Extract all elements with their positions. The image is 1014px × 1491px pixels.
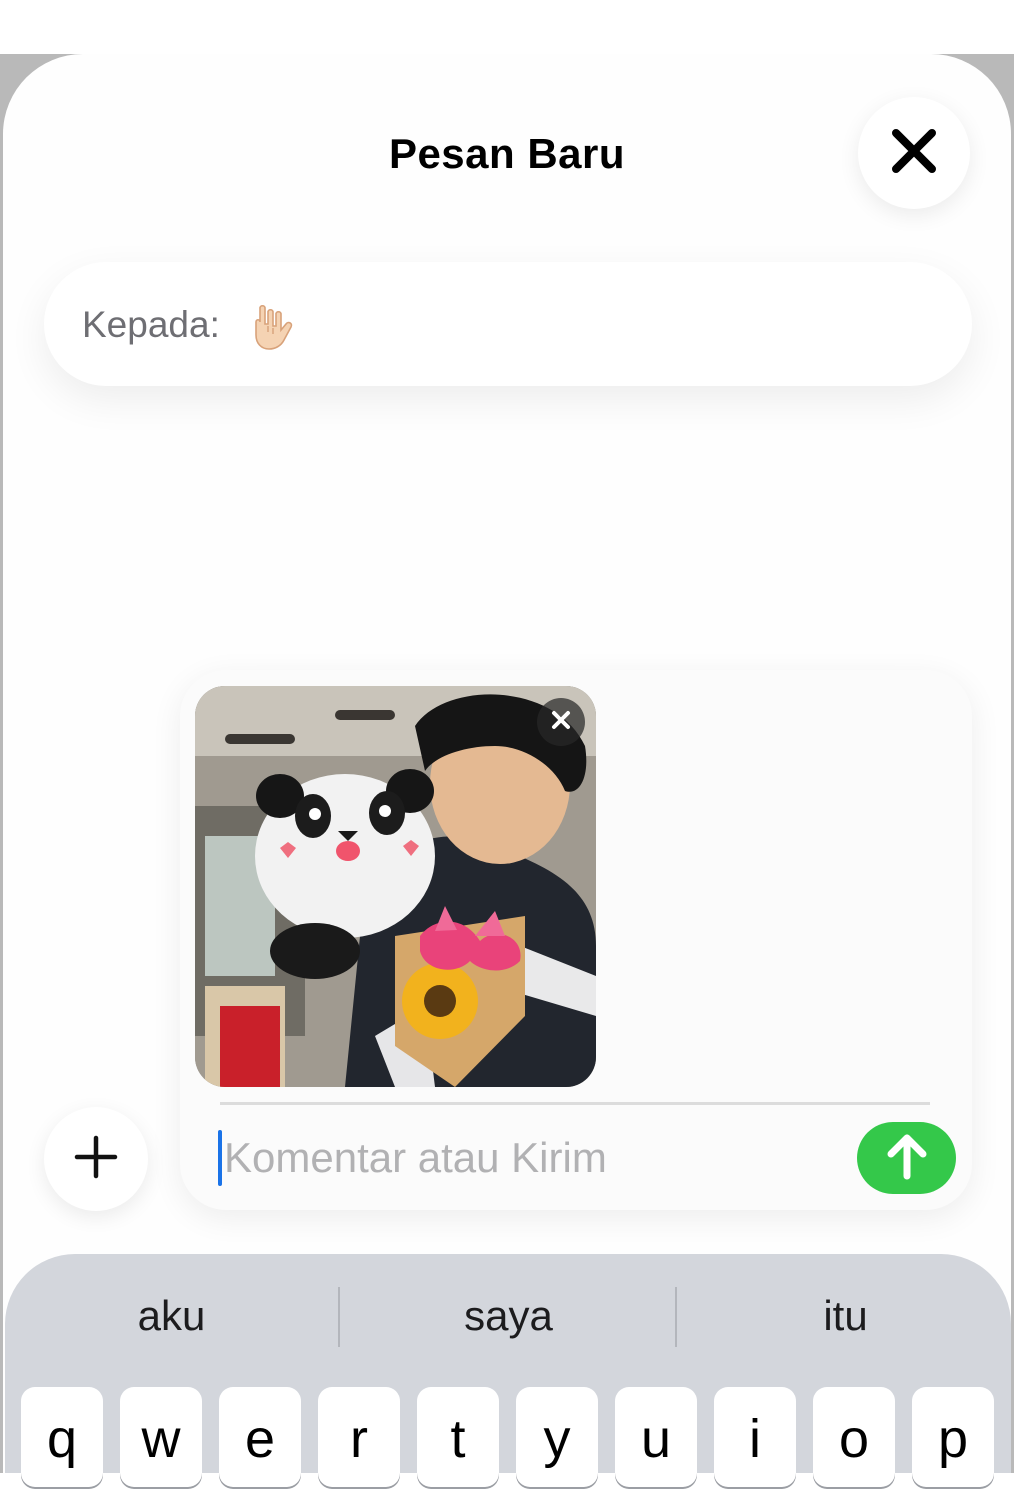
- plus-icon: [74, 1135, 118, 1184]
- message-input[interactable]: [224, 1128, 844, 1188]
- suggestion-aku[interactable]: aku: [3, 1292, 340, 1340]
- add-attachment-button[interactable]: [44, 1107, 148, 1211]
- suggestion-itu[interactable]: itu: [677, 1292, 1014, 1340]
- suggestion-saya[interactable]: saya: [340, 1292, 677, 1340]
- key-t[interactable]: t: [417, 1387, 499, 1487]
- send-button[interactable]: [857, 1122, 956, 1194]
- key-u[interactable]: u: [615, 1387, 697, 1487]
- key-w[interactable]: w: [120, 1387, 202, 1487]
- key-p[interactable]: p: [912, 1387, 994, 1487]
- close-icon: [550, 709, 572, 736]
- compose-divider: [220, 1102, 930, 1105]
- key-q[interactable]: q: [21, 1387, 103, 1487]
- close-icon: [890, 127, 938, 180]
- text-cursor: [218, 1130, 222, 1186]
- key-e[interactable]: e: [219, 1387, 301, 1487]
- recipient-label: Kepada:: [82, 304, 220, 345]
- arrow-up-icon: [885, 1132, 929, 1185]
- key-r[interactable]: r: [318, 1387, 400, 1487]
- attached-photo[interactable]: [195, 686, 596, 1087]
- close-button[interactable]: [858, 97, 970, 209]
- key-y[interactable]: y: [516, 1387, 598, 1487]
- key-i[interactable]: i: [714, 1387, 796, 1487]
- love-you-gesture-emoji-icon: [246, 300, 298, 352]
- remove-attachment-button[interactable]: [537, 698, 585, 746]
- key-o[interactable]: o: [813, 1387, 895, 1487]
